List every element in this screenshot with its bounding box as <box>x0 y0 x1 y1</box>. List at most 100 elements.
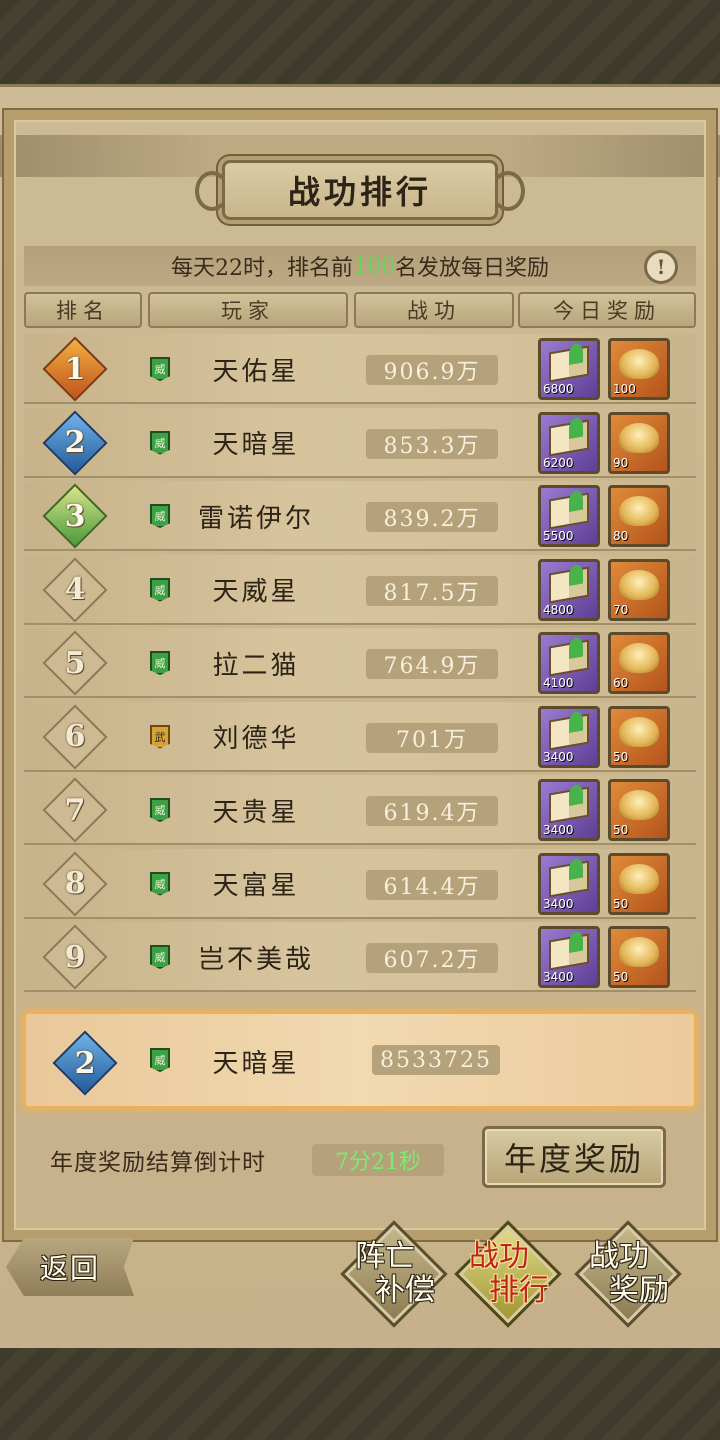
title-emblem-icon: 威 <box>150 357 170 381</box>
skill-book-reward-icon[interactable]: 5500 <box>538 485 600 547</box>
gold-ingot-reward-icon[interactable]: 50 <box>608 852 670 915</box>
power-value: 701万 <box>366 722 498 753</box>
reward-quantity: 4800 <box>543 602 574 617</box>
title-plaque: 战功排行 <box>195 160 525 220</box>
tab-label: 阵亡 补偿 <box>355 1239 435 1308</box>
column-rank: 排名 <box>24 292 142 328</box>
table-row[interactable]: 6 武 刘德华 701万 3400 50 <box>24 701 696 772</box>
top-backdrop <box>0 0 720 84</box>
reward-quantity: 50 <box>613 749 629 764</box>
table-row[interactable]: 7 威 天贵星 619.4万 3400 50 <box>24 775 696 845</box>
table-row[interactable]: 2 威 天暗星 853.3万 6200 90 <box>24 407 696 478</box>
rank-number: 6 <box>64 719 86 754</box>
tab-merit-ranking[interactable]: 战功 排行 <box>454 1220 562 1328</box>
gold-ingot-reward-icon[interactable]: 60 <box>608 632 670 694</box>
rank-number: 2 <box>64 425 86 460</box>
column-power: 战功 <box>354 292 514 328</box>
gold-ingot-reward-icon[interactable]: 50 <box>608 926 670 988</box>
gold-ingot-reward-icon[interactable]: 50 <box>608 779 670 841</box>
rank-number: 5 <box>64 645 86 681</box>
countdown-label: 年度奖励结算倒计时 <box>50 1150 266 1176</box>
rank-number: 9 <box>64 939 86 975</box>
table-row[interactable]: 3 威 雷诺伊尔 839.2万 5500 80 <box>24 481 696 551</box>
page-title: 战功排行 <box>287 173 432 211</box>
player-name: 天暗星 <box>212 430 300 460</box>
reward-quantity: 50 <box>613 823 629 837</box>
player-name: 天贵星 <box>212 797 300 828</box>
skill-book-reward-icon[interactable]: 6200 <box>538 411 600 474</box>
gold-ingot-reward-icon[interactable]: 70 <box>608 558 670 621</box>
power-value: 764.9万 <box>366 649 498 679</box>
tab-label: 战功 排行 <box>469 1239 549 1308</box>
power-value: 619.4万 <box>366 796 498 826</box>
reward-quantity: 90 <box>613 455 629 470</box>
power-value: 614.4万 <box>366 869 498 900</box>
rank-number: 3 <box>64 498 86 534</box>
tab-merit-rewards[interactable]: 战功 奖励 <box>574 1220 682 1328</box>
skill-book-reward-icon[interactable]: 3400 <box>538 852 600 915</box>
player-name: 雷诺伊尔 <box>197 503 314 534</box>
table-row[interactable]: 8 威 天富星 614.4万 3400 50 <box>24 848 696 919</box>
player-name: 天威星 <box>212 577 300 607</box>
player-name: 刘德华 <box>212 724 300 754</box>
my-power-value: 8533725 <box>372 1045 500 1075</box>
reward-quantity: 3400 <box>543 896 574 911</box>
tab-death-compensation[interactable]: 阵亡 补偿 <box>340 1220 448 1328</box>
bottom-backdrop <box>0 1348 720 1440</box>
skill-book-reward-icon[interactable]: 3400 <box>538 705 600 768</box>
table-row[interactable]: 4 威 天威星 817.5万 4800 70 <box>24 554 696 625</box>
my-player-name: 天暗星 <box>212 1048 300 1079</box>
skill-book-reward-icon[interactable]: 4800 <box>538 558 600 621</box>
power-value: 906.9万 <box>366 355 498 385</box>
gold-ingot-reward-icon[interactable]: 100 <box>608 338 670 400</box>
reward-quantity: 70 <box>613 602 629 617</box>
power-value: 853.3万 <box>366 428 498 459</box>
skill-book-reward-icon[interactable]: 6800 <box>538 338 600 400</box>
skill-book-reward-icon[interactable]: 3400 <box>538 926 600 988</box>
reward-quantity: 3400 <box>543 970 574 984</box>
gold-ingot-reward-icon[interactable]: 50 <box>608 705 670 768</box>
tab-label: 战功 奖励 <box>589 1239 669 1308</box>
countdown-value: 7分21秒 <box>312 1144 444 1176</box>
reward-quantity: 100 <box>613 382 636 396</box>
column-reward: 今日奖励 <box>518 292 696 328</box>
rank-number: 4 <box>64 572 86 607</box>
table-row[interactable]: 9 威 岂不美哉 607.2万 3400 50 <box>24 922 696 992</box>
reward-quantity: 3400 <box>543 749 574 764</box>
player-name: 天佑星 <box>212 356 300 387</box>
ranking-list[interactable]: 1 威天佑星 906.9万 6800 100 2 威天暗星 853.3万 6200 90 3 威雷诺伊… <box>24 334 696 1008</box>
table-row[interactable]: 1 威 天佑星 906.9万 6800 100 <box>24 334 696 404</box>
column-player: 玩家 <box>148 292 348 328</box>
info-icon[interactable]: ! <box>644 250 678 284</box>
title-emblem-icon: 威 <box>150 1048 170 1072</box>
skill-book-reward-icon[interactable]: 4100 <box>538 632 600 694</box>
title-emblem-icon: 威 <box>150 798 170 822</box>
power-value: 817.5万 <box>366 575 498 606</box>
title-emblem-icon: 威 <box>150 430 170 455</box>
title-emblem-icon: 武 <box>150 724 170 749</box>
power-value: 607.2万 <box>366 943 498 973</box>
reward-quantity: 6200 <box>543 455 574 470</box>
my-rank-number: 2 <box>74 1045 96 1081</box>
rank-number: 7 <box>64 792 86 828</box>
title-emblem-icon: 威 <box>150 504 170 528</box>
skill-book-reward-icon[interactable]: 3400 <box>538 779 600 841</box>
scroll-ornament-left <box>195 171 229 211</box>
reward-quantity: 3400 <box>543 823 574 837</box>
notice-highlight: 100 <box>352 253 395 279</box>
player-name: 拉二猫 <box>212 650 300 681</box>
annual-reward-button[interactable]: 年度奖励 <box>482 1126 666 1188</box>
reward-notice: 每天22时，排名前 100 名发放每日奖励 ! <box>24 246 696 286</box>
table-row[interactable]: 5 威 拉二猫 764.9万 4100 60 <box>24 628 696 698</box>
reward-quantity: 60 <box>613 676 629 690</box>
title-emblem-icon: 威 <box>150 945 170 969</box>
title-emblem-icon: 威 <box>150 651 170 675</box>
column-headers: 排名 玩家 战功 今日奖励 <box>24 292 696 328</box>
gold-ingot-reward-icon[interactable]: 90 <box>608 411 670 474</box>
reward-quantity: 50 <box>613 970 629 984</box>
gold-ingot-reward-icon[interactable]: 80 <box>608 485 670 547</box>
back-button[interactable]: 返回 <box>6 1238 134 1296</box>
notice-prefix: 每天22时，排名前 <box>170 256 353 281</box>
scroll-ornament-right <box>491 171 525 211</box>
my-rank-row: 2 威 天暗星 8533725 <box>24 1012 696 1108</box>
